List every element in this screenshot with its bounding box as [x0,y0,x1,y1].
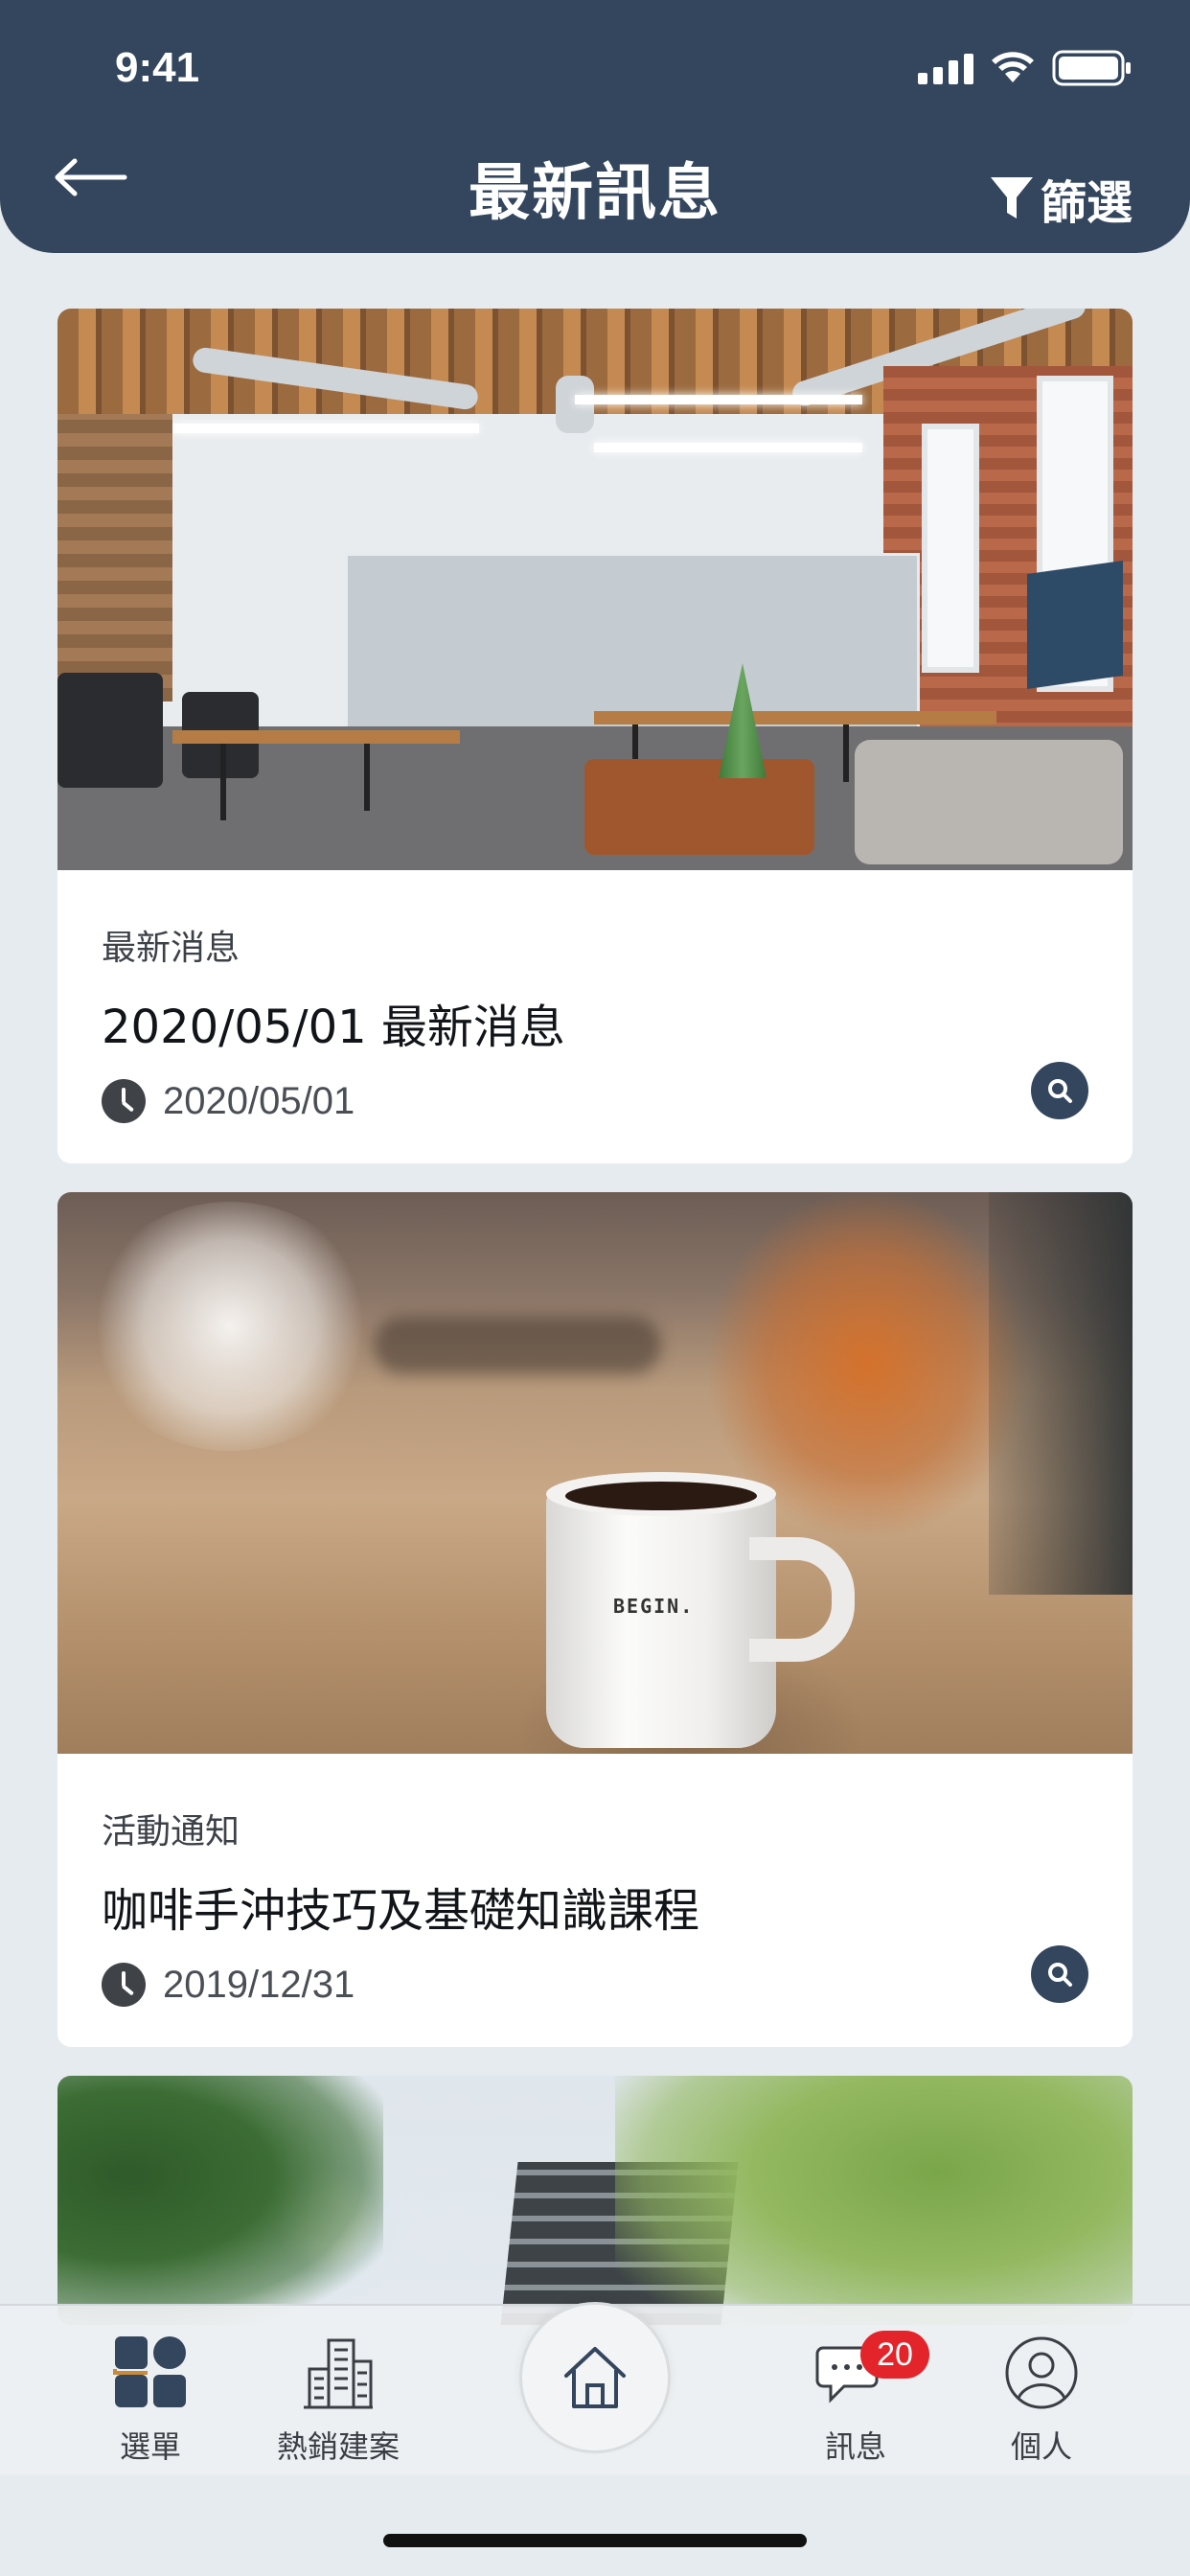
clock-icon [102,1079,146,1123]
home-icon [564,2347,626,2408]
tab-messages[interactable]: 20 訊息 [774,2331,937,2467]
home-indicator[interactable] [383,2534,807,2547]
card-title[interactable]: 咖啡手沖技巧及基礎知識課程 [102,1873,1088,1940]
view-detail-button[interactable] [1031,1062,1088,1119]
card-date: 2019/12/31 [163,1963,355,2006]
tab-hot-projects[interactable]: 熱銷建案 [257,2334,420,2467]
mug-text: BEGIN. [613,1595,695,1618]
signal-icon [918,52,973,84]
filter-icon [990,177,1033,218]
filter-label: 篩選 [1040,176,1133,230]
card-image-coffee: BEGIN. [57,1192,1133,1754]
news-card[interactable]: 最新消息 2020/05/01 最新消息 2020/05/01 [57,309,1133,1163]
card-body: 活動通知 咖啡手沖技巧及基礎知識課程 2019/12/31 [57,1754,1133,2047]
card-meta: 2020/05/01 [102,1079,1088,1123]
status-icons [918,50,1133,86]
grid-icon [113,2336,186,2407]
card-title[interactable]: 2020/05/01 最新消息 [102,989,1088,1056]
wifi-icon [991,52,1035,84]
tab-menu[interactable]: 選單 [69,2334,232,2467]
card-meta: 2019/12/31 [102,1963,1088,2007]
status-time: 9:41 [115,44,200,91]
news-card[interactable] [57,2076,1133,2325]
tab-profile-label: 個人 [1010,2428,1072,2465]
news-feed: 最新消息 2020/05/01 最新消息 2020/05/01 BEGIN. 活… [57,309,1133,2354]
app-header: 9:41 最新訊息 篩選 [0,0,1190,253]
home-button[interactable] [519,2302,671,2453]
battery-icon [1052,50,1133,86]
view-detail-button[interactable] [1031,1945,1088,2003]
message-count-badge: 20 [860,2331,929,2379]
card-image-office [57,309,1133,870]
card-category: 最新消息 [102,929,240,968]
card-date: 2020/05/01 [163,1079,355,1122]
search-icon [1048,1963,1072,1987]
search-icon [1048,1079,1072,1103]
card-category: 活動通知 [102,1812,240,1852]
card-body: 最新消息 2020/05/01 最新消息 2020/05/01 [57,870,1133,1163]
tab-profile[interactable]: 個人 [960,2334,1123,2467]
clock-icon [102,1963,146,2007]
bottom-safe-area [0,2474,1190,2576]
user-icon [1005,2336,1078,2409]
tab-menu-label: 選單 [119,2428,181,2465]
news-card[interactable]: BEGIN. 活動通知 咖啡手沖技巧及基礎知識課程 2019/12/31 [57,1192,1133,2047]
card-image-building [57,2076,1133,2325]
tab-hot-projects-label: 熱銷建案 [276,2428,400,2465]
filter-button[interactable]: 篩選 [989,165,1133,232]
tab-messages-label: 訊息 [824,2428,886,2465]
buildings-icon [304,2338,373,2409]
